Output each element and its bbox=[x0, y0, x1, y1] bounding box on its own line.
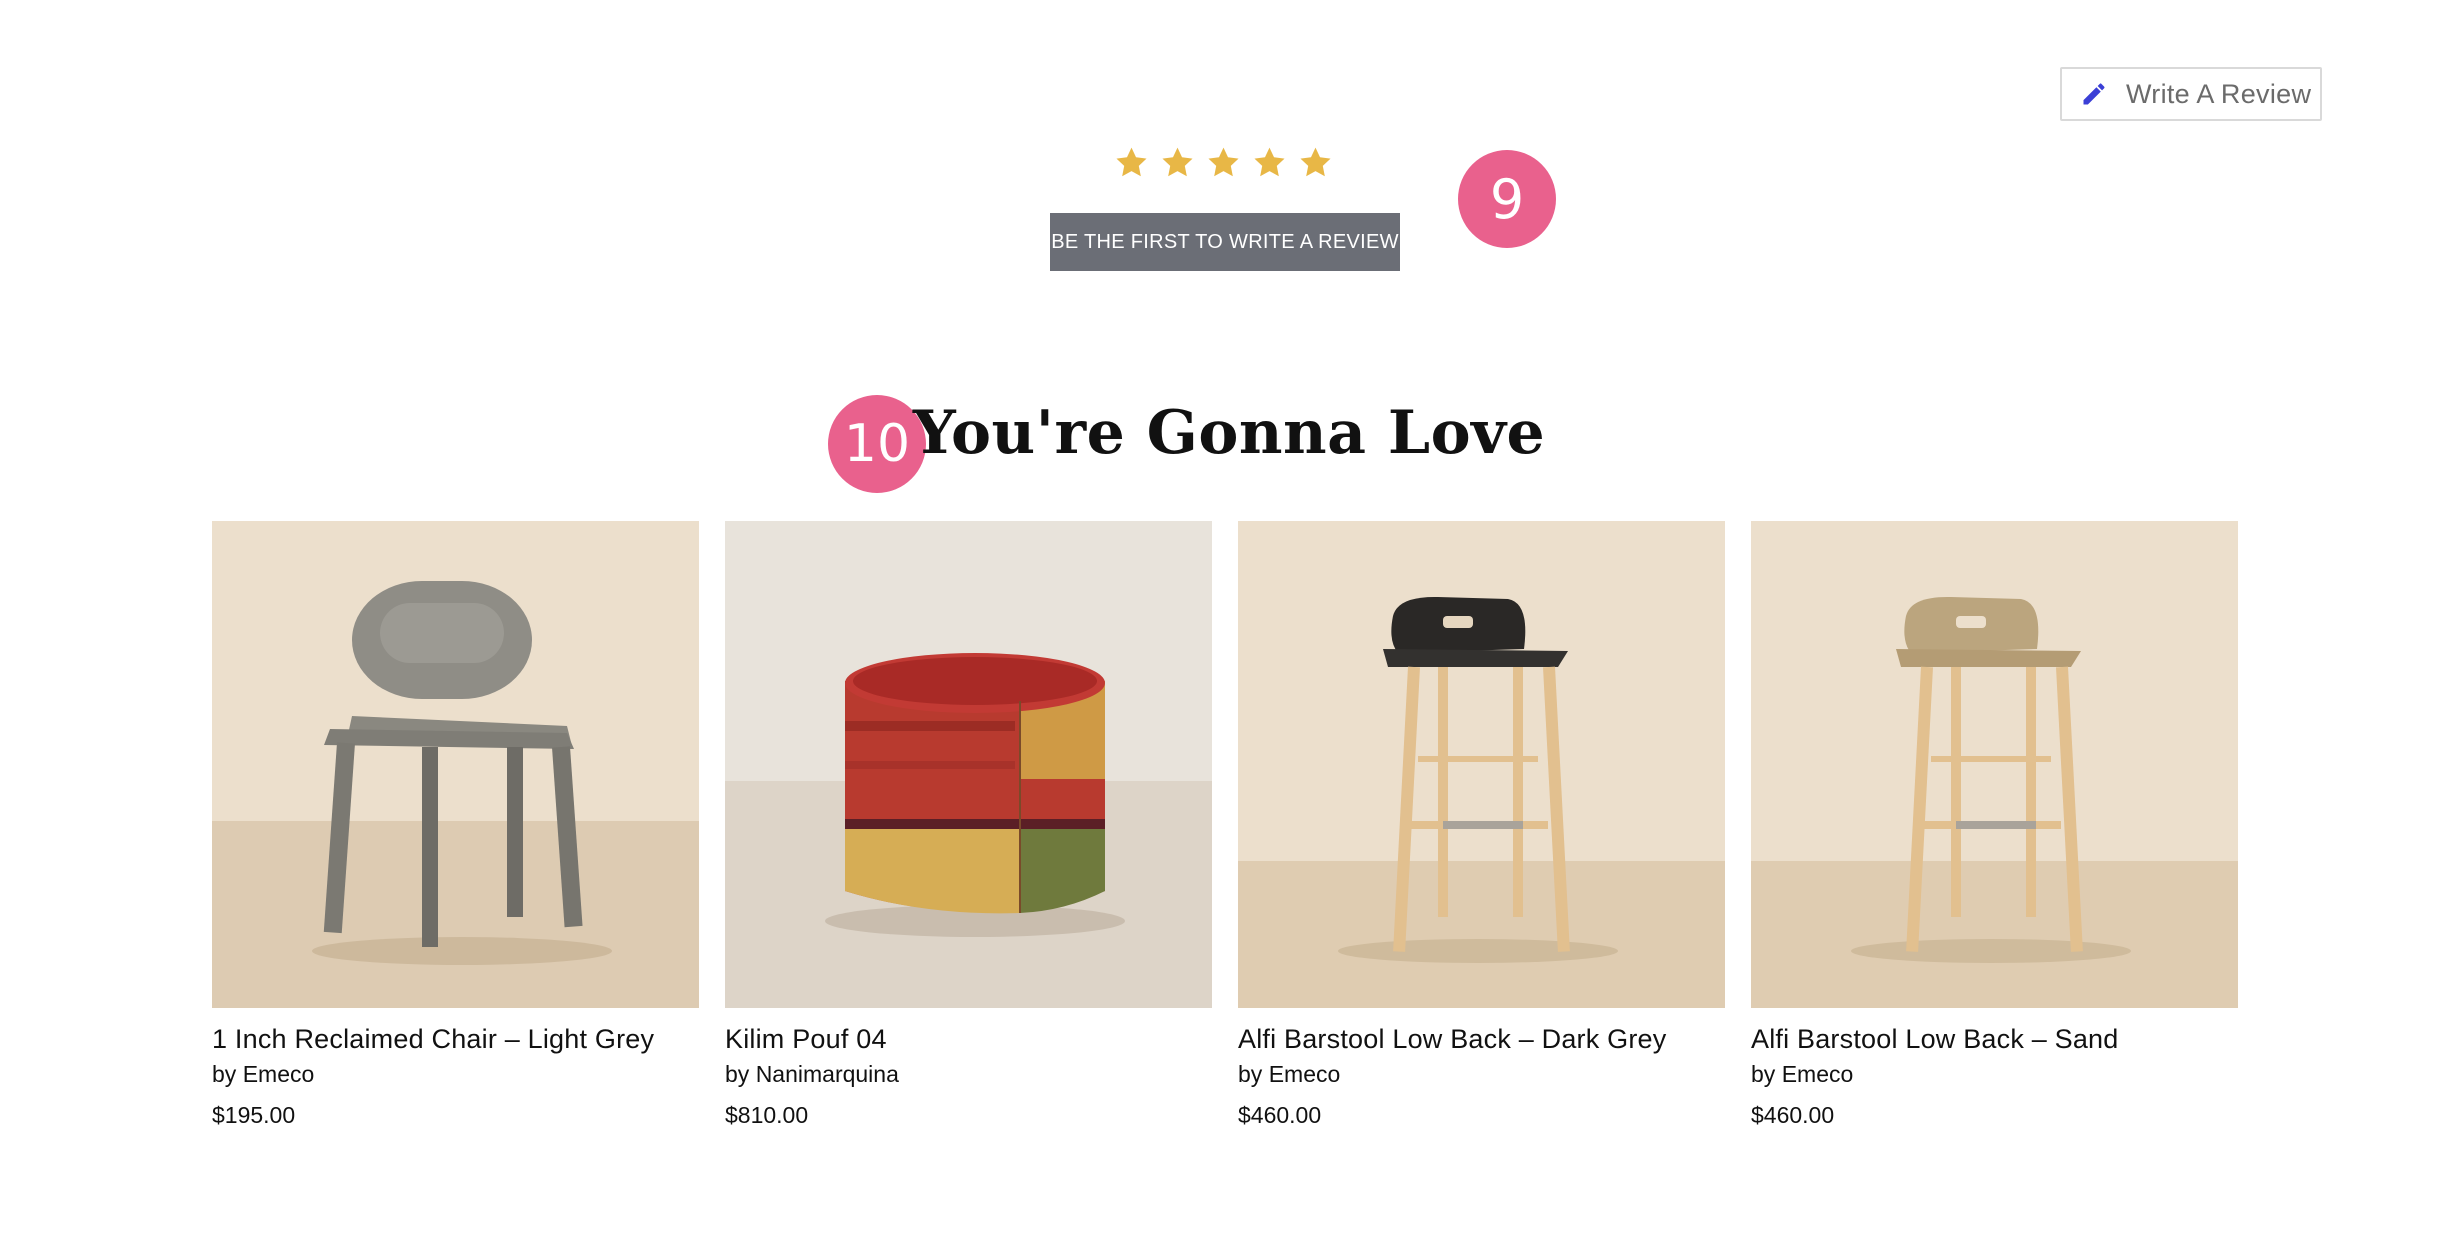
product-image-pouf[interactable] bbox=[725, 521, 1212, 1008]
product-name[interactable]: Alfi Barstool Low Back – Dark Grey bbox=[1238, 1024, 1725, 1055]
product-name[interactable]: 1 Inch Reclaimed Chair – Light Grey bbox=[212, 1024, 699, 1055]
star-icon bbox=[1300, 147, 1331, 177]
product-card[interactable]: Alfi Barstool Low Back – Dark Grey by Em… bbox=[1238, 521, 1725, 1129]
write-review-label: Write A Review bbox=[2126, 78, 2312, 109]
star-icon bbox=[1208, 147, 1239, 177]
product-image-barstool-dark[interactable] bbox=[1238, 521, 1725, 1008]
product-brand: by Emeco bbox=[1751, 1061, 1854, 1087]
write-review-button[interactable]: Write A Review bbox=[2060, 67, 2322, 121]
star-rating bbox=[1114, 145, 1333, 180]
star-icon bbox=[1162, 147, 1193, 177]
product-card[interactable]: Alfi Barstool Low Back – Sand by Emeco $… bbox=[1751, 521, 2238, 1129]
star-icon bbox=[1254, 147, 1285, 177]
product-image-chair[interactable] bbox=[212, 521, 699, 1008]
marker-badge-9: 9 bbox=[1458, 150, 1556, 248]
star-icon bbox=[1116, 147, 1147, 177]
product-card[interactable]: Kilim Pouf 04 by Nanimarquina $810.00 bbox=[725, 521, 1212, 1129]
product-price: $195.00 bbox=[212, 1102, 296, 1128]
product-price: $460.00 bbox=[1751, 1102, 1835, 1128]
product-price: $810.00 bbox=[725, 1102, 809, 1128]
product-price: $460.00 bbox=[1238, 1102, 1322, 1128]
product-carousel: 1 Inch Reclaimed Chair – Light Grey by E… bbox=[212, 521, 2238, 1129]
product-image-barstool-sand[interactable] bbox=[1751, 521, 2238, 1008]
first-review-button[interactable]: BE THE FIRST TO WRITE A REVIEW bbox=[1050, 213, 1400, 271]
product-brand: by Emeco bbox=[1238, 1061, 1341, 1087]
section-title: You're Gonna Love bbox=[912, 398, 1546, 468]
product-name[interactable]: Kilim Pouf 04 bbox=[725, 1024, 1212, 1055]
product-brand: by Emeco bbox=[212, 1061, 315, 1087]
product-brand: by Nanimarquina bbox=[725, 1061, 899, 1087]
product-name[interactable]: Alfi Barstool Low Back – Sand bbox=[1751, 1024, 2238, 1055]
product-card[interactable]: 1 Inch Reclaimed Chair – Light Grey by E… bbox=[212, 521, 699, 1129]
pencil-icon bbox=[2080, 80, 2108, 108]
